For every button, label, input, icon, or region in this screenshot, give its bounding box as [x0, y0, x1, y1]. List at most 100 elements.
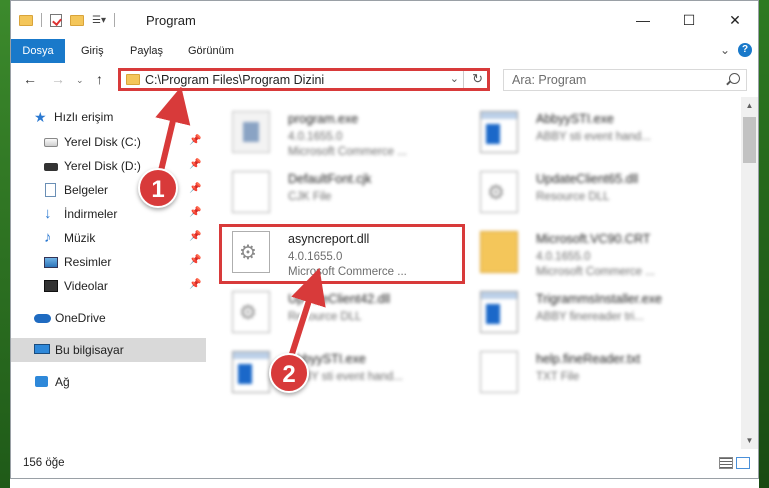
close-button[interactable]: ✕	[712, 1, 758, 39]
dll-icon	[232, 291, 270, 333]
music-icon: ♪	[44, 229, 52, 246]
pin-icon[interactable]: 📌	[189, 231, 201, 242]
new-folder-icon[interactable]	[70, 14, 84, 26]
callout-badge-2: 2	[269, 353, 309, 393]
file-item[interactable]: UpdateClient42.dll Resource DLL	[226, 281, 466, 339]
tab-gorunum[interactable]: Görünüm	[188, 39, 234, 63]
sidebar-item-quick-access[interactable]: ★ Hızlı erişim	[11, 105, 206, 129]
sidebar-item-music[interactable]: ♪ Müzik 📌	[11, 226, 206, 250]
file-detail: 4.0.1655.0	[288, 251, 343, 263]
vertical-scrollbar[interactable]: ▲ ▼	[741, 97, 758, 449]
file-name: Microsoft.VC90.CRT	[536, 232, 651, 246]
file-item-asyncreport[interactable]: asyncreport.dll 4.0.1655.0 Microsoft Com…	[226, 221, 466, 279]
sidebar-item-downloads[interactable]: ↓ İndirmeler 📌	[11, 202, 206, 226]
tab-paylas[interactable]: Paylaş	[130, 39, 163, 63]
sidebar-item-label: Resimler	[64, 255, 112, 269]
sidebar-item-onedrive[interactable]: OneDrive	[11, 306, 206, 330]
desktop-background-right	[759, 0, 769, 488]
file-name: asyncreport.dll	[288, 232, 370, 246]
scrollbar-thumb[interactable]	[743, 117, 756, 163]
sidebar-item-pictures[interactable]: Resimler 📌	[11, 250, 206, 274]
pin-icon[interactable]: 📌	[189, 207, 201, 218]
status-bar: 156 öğe	[11, 449, 758, 478]
folder-icon	[480, 231, 518, 273]
file-detail: Microsoft Commerce ...	[536, 266, 655, 278]
search-placeholder: Ara: Program	[512, 73, 587, 87]
file-item[interactable]: help.fineReader.txt TXT File	[474, 341, 714, 399]
sidebar-item-label: Yerel Disk (C:)	[64, 135, 141, 149]
sidebar-item-disk-c[interactable]: Yerel Disk (C:) 📌	[11, 130, 206, 154]
properties-icon[interactable]	[50, 13, 62, 27]
tab-giris[interactable]: Giriş	[81, 39, 104, 63]
file-item[interactable]: AbbyySTI.exe ABBY sti event hand...	[474, 101, 714, 159]
pin-icon[interactable]: 📌	[189, 255, 201, 266]
details-view-icon[interactable]	[719, 457, 733, 469]
search-icon[interactable]	[729, 73, 740, 84]
ribbon-tabs: Dosya Giriş Paylaş Görünüm ⌄ ?	[11, 39, 758, 97]
file-name: help.fineReader.txt	[536, 352, 641, 366]
file-detail: TXT File	[536, 371, 580, 383]
file-item[interactable]: Microsoft.VC90.CRT 4.0.1655.0 Microsoft …	[474, 221, 714, 279]
disk-icon	[44, 138, 58, 147]
file-name: TrigrammsInstaller.exe	[536, 292, 662, 306]
file-item[interactable]: DefaultFont.cjk CJK File	[226, 161, 466, 219]
minimize-button[interactable]: —	[620, 1, 666, 39]
sidebar-item-network[interactable]: Ağ	[11, 370, 206, 394]
pin-icon[interactable]: 📌	[189, 135, 201, 146]
file-name: AbbyySTI.exe	[536, 112, 614, 126]
maximize-button[interactable]: ☐	[666, 1, 712, 39]
help-icon[interactable]: ?	[738, 43, 752, 57]
customize-toolbar-icon[interactable]: ☰▾	[92, 15, 106, 26]
sidebar-item-label: Ağ	[55, 375, 70, 389]
file-name: UpdateClient42.dll	[288, 292, 391, 306]
file-detail: 4.0.1655.0	[536, 251, 591, 263]
toolbar-divider	[41, 13, 42, 27]
toolbar-divider	[113, 13, 115, 27]
sidebar-item-label: Müzik	[64, 231, 96, 245]
scroll-up-icon[interactable]: ▲	[741, 97, 758, 114]
address-row: ← → ⌄ ↑ C:\Program Files\Program Dizini …	[11, 63, 758, 97]
file-detail: Resource DLL	[288, 311, 362, 323]
sidebar-item-disk-d[interactable]: Yerel Disk (D:) 📌	[11, 154, 206, 178]
pin-icon[interactable]: 📌	[189, 159, 201, 170]
app-icon	[480, 291, 518, 333]
recent-locations-icon[interactable]: ⌄	[76, 75, 84, 86]
file-item[interactable]: TrigrammsInstaller.exe ABBY finereader t…	[474, 281, 714, 339]
pin-icon[interactable]: 📌	[189, 279, 201, 290]
sidebar-item-label: OneDrive	[55, 311, 106, 325]
ribbon-options: ⌄ ?	[720, 43, 752, 57]
sidebar-item-this-pc[interactable]: Bu bilgisayar	[11, 338, 206, 362]
chevron-down-icon[interactable]: ⌄	[720, 43, 730, 57]
pin-icon[interactable]: 📌	[189, 183, 201, 194]
forward-arrow-icon[interactable]: →	[51, 71, 65, 87]
callout-badge-1: 1	[138, 168, 178, 208]
sidebar-item-label: İndirmeler	[64, 207, 118, 221]
quick-access-toolbar: ☰▾	[19, 13, 115, 27]
explorer-window: ☰▾ Program — ☐ ✕ Dosya Giriş Paylaş Görü…	[10, 0, 759, 479]
up-arrow-icon[interactable]: ↑	[96, 71, 103, 87]
sidebar-item-label: Hızlı erişim	[54, 110, 114, 124]
desktop-background-left	[0, 0, 10, 488]
file-name: UpdateClient65.dll	[536, 172, 639, 186]
cloud-icon	[34, 314, 51, 323]
window-controls: — ☐ ✕	[620, 1, 758, 39]
title-bar: ☰▾ Program — ☐ ✕	[11, 1, 758, 39]
sidebar-item-videos[interactable]: Videolar 📌	[11, 274, 206, 298]
pictures-icon	[44, 257, 58, 268]
file-detail: ABBY finereader tri...	[536, 311, 644, 323]
video-icon	[44, 280, 58, 292]
scroll-down-icon[interactable]: ▼	[741, 432, 758, 449]
address-path[interactable]: C:\Program Files\Program Dizini	[145, 73, 324, 87]
file-item[interactable]: program.exe 4.0.1655.0 Microsoft Commerc…	[226, 101, 466, 159]
large-icons-view-icon[interactable]	[736, 457, 750, 469]
file-name: DefaultFont.cjk	[288, 172, 372, 186]
search-input[interactable]: Ara: Program	[503, 69, 747, 91]
file-list: program.exe 4.0.1655.0 Microsoft Commerc…	[206, 97, 741, 449]
computer-icon	[34, 344, 50, 354]
address-bar[interactable]: C:\Program Files\Program Dizini ⌄ ↻	[118, 68, 490, 91]
back-arrow-icon[interactable]: ←	[23, 71, 37, 87]
file-item[interactable]: UpdateClient65.dll Resource DLL	[474, 161, 714, 219]
file-item[interactable]: AbbyySTI.exe ABBY sti event hand...	[226, 341, 466, 399]
chevron-down-icon[interactable]: ⌄	[450, 72, 459, 85]
refresh-icon[interactable]: ↻	[472, 71, 483, 87]
